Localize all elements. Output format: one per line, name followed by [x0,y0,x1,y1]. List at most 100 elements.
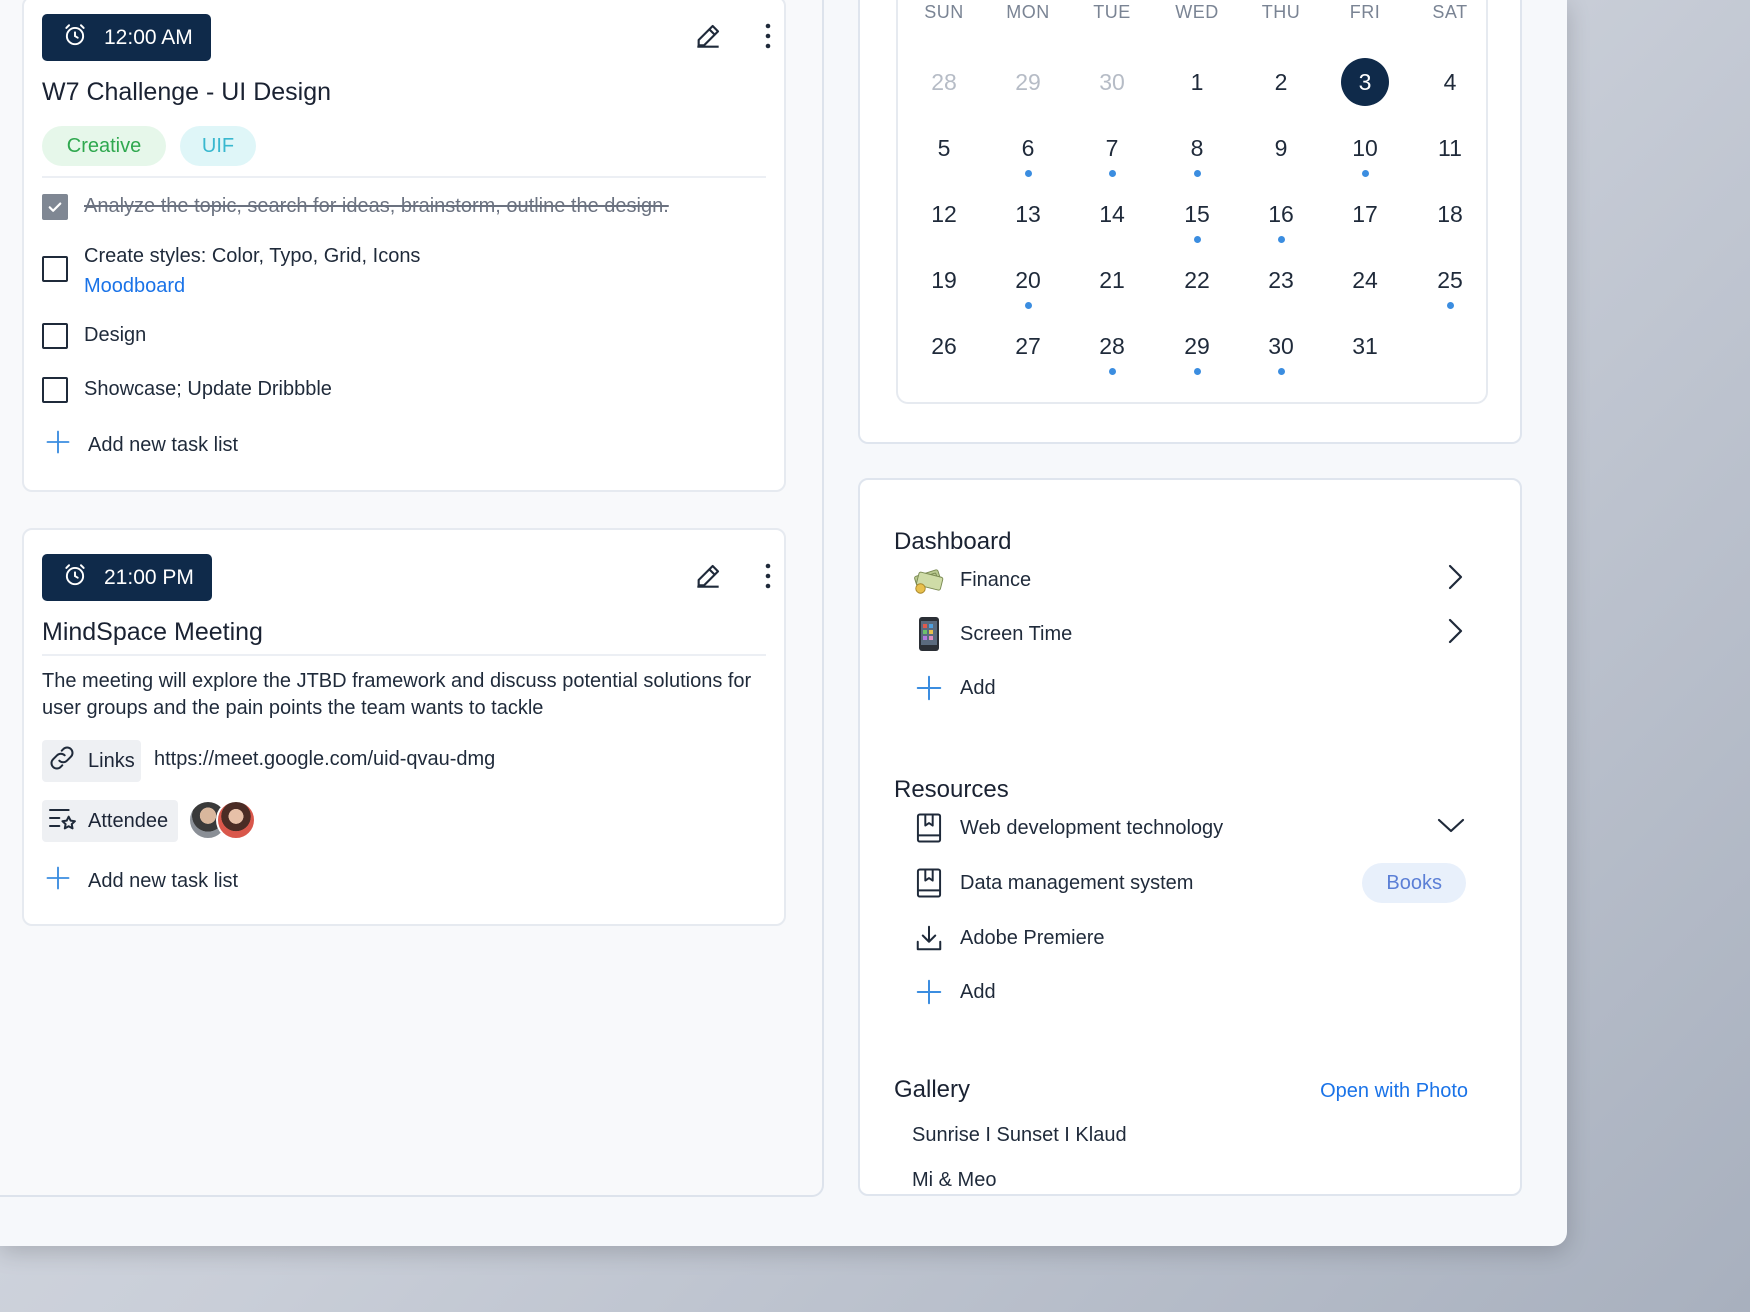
calendar-day[interactable]: 26 [914,322,974,370]
task-title: MindSpace Meeting [42,618,263,646]
calendar-day[interactable]: 17 [1335,190,1395,238]
calendar-day[interactable]: 13 [998,190,1058,238]
calendar-day[interactable]: 12 [914,190,974,238]
resource-item[interactable]: Data management system Books [912,861,1466,905]
calendar-day[interactable]: 4 [1420,58,1480,106]
gallery-item[interactable]: Sunrise I Sunset I Klaud [912,1124,1127,1147]
open-with-photo-link[interactable]: Open with Photo [1320,1080,1468,1103]
tag-creative[interactable]: Creative [42,126,166,166]
calendar-day[interactable]: 19 [914,256,974,304]
resource-item[interactable]: Web development technology [912,806,1466,850]
calendar-day[interactable]: 28 [1082,322,1142,370]
meeting-url-link[interactable]: https://meet.google.com/uid-qvau-dmg [154,748,495,771]
alarm-clock-icon [62,562,88,594]
gallery-title: Gallery [894,1076,971,1103]
calendar-day[interactable]: 5 [914,124,974,172]
time-chip[interactable]: 21:00 PM [42,554,212,601]
calendar-day[interactable]: 16 [1251,190,1311,238]
add-label: Add [960,676,996,699]
resource-label: Data management system [960,871,1194,894]
add-task-list-button[interactable]: Add new task list [44,864,238,898]
resource-label: Web development technology [960,816,1224,839]
checklist-text: Design [84,324,147,346]
calendar-panel: SUN MON TUE WED THU FRI SAT 28 29 30 1 2 3 4 5 6 7 8 9 10 11… [858,0,1522,444]
dashboard-add-button[interactable]: Add [912,666,1466,710]
calendar-day[interactable]: 25 [1420,256,1480,304]
calendar-day[interactable]: 29 [1167,322,1227,370]
add-label: Add new task list [88,869,239,892]
calendar-day[interactable]: 24 [1335,256,1395,304]
calendar-day[interactable]: 1 [1167,58,1227,106]
event-dot [1446,302,1454,309]
resource-label: Adobe Premiere [960,926,1105,949]
tag-label: UIF [201,134,235,157]
calendar-day[interactable]: 11 [1420,124,1480,172]
link-chain-icon [46,742,78,780]
task-card: 12:00 AM W7 Challenge - UI Design Creati… [22,0,786,492]
alarm-clock-icon [62,22,88,54]
chevron-down-icon[interactable] [1436,815,1466,841]
chevron-right-icon[interactable] [1444,617,1466,651]
dashboard-item-finance[interactable]: Finance [912,558,1466,602]
moodboard-link[interactable]: Moodboard [84,271,420,301]
event-dot [1361,170,1369,177]
calendar-day[interactable]: 30 [1251,322,1311,370]
bookmark-book-icon [912,811,946,845]
checklist-item[interactable]: Showcase; Update Dribbble [42,377,332,404]
books-badge[interactable]: Books [1362,863,1466,903]
resources-add-button[interactable]: Add [912,970,1466,1014]
dashboard-item-screen-time[interactable]: Screen Time [912,612,1466,656]
chevron-right-icon[interactable] [1444,563,1466,597]
attendee-label-chip: Attendee [42,800,179,842]
calendar-day[interactable]: 22 [1167,256,1227,304]
calendar-day[interactable]: 15 [1167,190,1227,238]
checklist-text: Showcase; Update Dribbble [84,378,332,400]
add-task-list-button[interactable]: Add new task list [44,428,238,462]
checkbox[interactable] [42,377,68,403]
gallery-item[interactable]: Mi & Meo [912,1169,996,1192]
weekday-header: THU [1261,2,1301,22]
calendar-day[interactable]: 8 [1167,124,1227,172]
calendar-day[interactable]: 30 [1082,58,1142,106]
checklist-item[interactable]: Design [42,323,146,350]
calendar-grid: SUN MON TUE WED THU FRI SAT 28 29 30 1 2 3 4 5 6 7 8 9 10 11… [896,0,1488,404]
calendar-day[interactable]: 20 [998,256,1058,304]
calendar-day[interactable]: 6 [998,124,1058,172]
checkbox-checked[interactable] [42,194,68,220]
edit-pencil-icon[interactable] [688,556,728,596]
calendar-day[interactable]: 18 [1420,190,1480,238]
tag-uif[interactable]: UIF [180,126,256,166]
calendar-day[interactable]: 28 [914,58,974,106]
more-vertical-icon[interactable] [758,556,778,596]
weekday-header: SAT [1432,2,1468,22]
calendar-day[interactable]: 23 [1251,256,1311,304]
calendar-day[interactable]: 27 [998,322,1058,370]
time-chip[interactable]: 12:00 AM [42,14,211,61]
event-dot [1108,368,1116,375]
checklist-item[interactable]: Create styles: Color, Typo, Grid, Icons … [42,244,420,301]
more-vertical-icon[interactable] [758,16,778,56]
calendar-day-selected[interactable]: 3 [1341,58,1389,106]
event-dot [1193,236,1201,243]
resource-item[interactable]: Adobe Premiere [912,916,1466,960]
bookmark-book-icon [912,866,946,900]
checklist-text: Create styles: Color, Typo, Grid, Icons [84,245,421,267]
calendar-day[interactable]: 2 [1251,58,1311,106]
attendee-avatars[interactable] [188,800,256,840]
avatar[interactable] [216,800,256,840]
time-label: 21:00 PM [104,565,194,589]
checkbox[interactable] [42,323,68,349]
calendar-day[interactable]: 10 [1335,124,1395,172]
calendar-day[interactable]: 9 [1251,124,1311,172]
calendar-day[interactable]: 31 [1335,322,1395,370]
calendar-day[interactable]: 21 [1082,256,1142,304]
checkbox[interactable] [42,256,68,282]
calendar-day[interactable]: 14 [1082,190,1142,238]
checklist-item[interactable]: Analyze the topic, search for ideas, bra… [42,194,669,221]
tag-label: Creative [66,134,142,157]
event-dot [1024,170,1032,177]
edit-pencil-icon[interactable] [688,16,728,56]
calendar-day[interactable]: 7 [1082,124,1142,172]
calendar-day[interactable]: 29 [998,58,1058,106]
resources-title: Resources [894,776,1009,803]
